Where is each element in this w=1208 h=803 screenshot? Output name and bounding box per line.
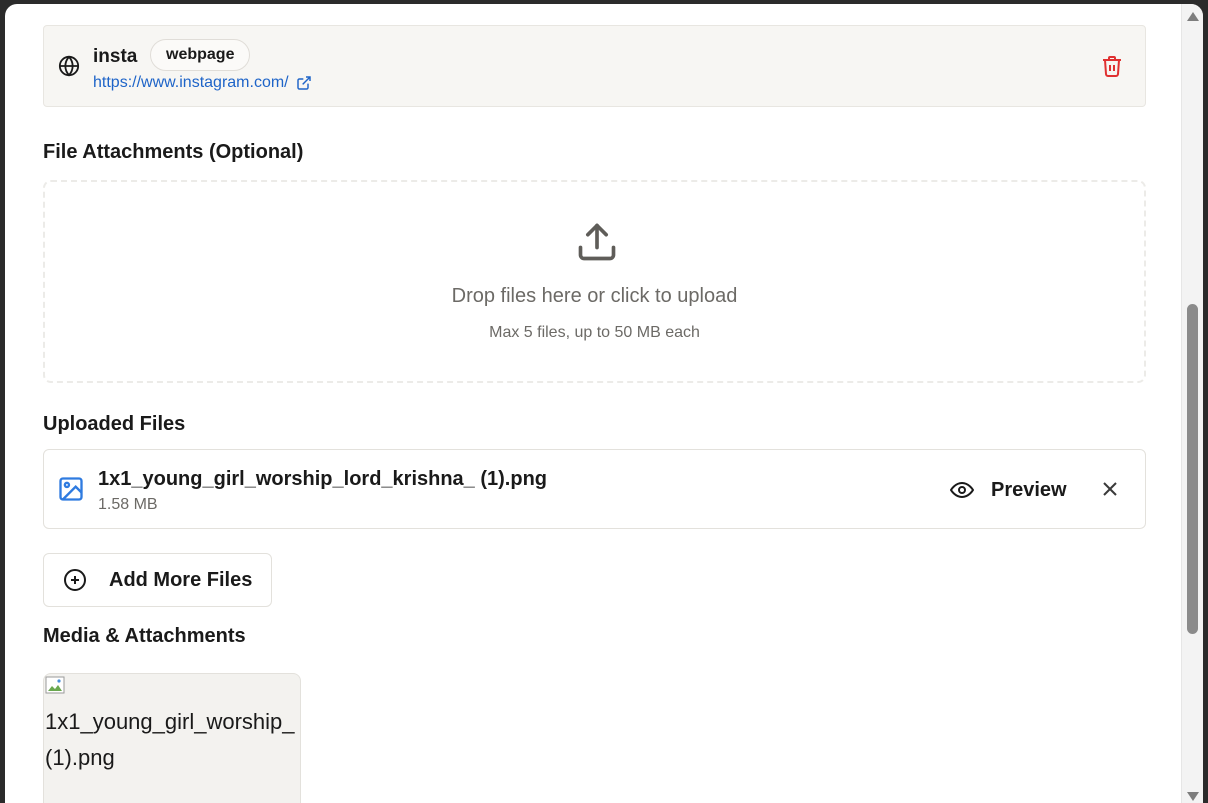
preview-button[interactable]: Preview [950, 472, 1067, 508]
uploaded-files-label: Uploaded Files [43, 413, 186, 435]
media-thumbnail[interactable]: 1x1_young_girl_worship_ (1).png [43, 673, 301, 803]
media-section-label: Media & Attachments [43, 625, 246, 647]
file-size: 1.58 MB [98, 496, 158, 513]
dropzone-limits-text: Max 5 files, up to 50 MB each [489, 324, 700, 341]
delete-link-button[interactable] [1099, 53, 1125, 81]
eye-icon [950, 481, 974, 499]
external-link-icon [296, 76, 311, 90]
file-name: 1x1_young_girl_worship_lord_krishna_ (1)… [98, 468, 548, 490]
close-icon [1103, 482, 1117, 496]
media-alt-text: 1x1_young_girl_worship_ (1).png [45, 704, 300, 776]
link-url[interactable]: https://www.instagram.com/ [93, 74, 312, 92]
globe-icon [58, 55, 80, 77]
upload-icon [578, 223, 616, 261]
plus-circle-icon [64, 569, 86, 591]
remove-file-button[interactable] [1098, 477, 1122, 501]
scroll-up-arrow-icon[interactable] [1187, 12, 1199, 21]
trash-icon [1103, 56, 1121, 77]
modal-window: insta webpage https://www.instagram.com/… [5, 4, 1203, 803]
uploaded-file-row: 1x1_young_girl_worship_lord_krishna_ (1)… [43, 449, 1146, 529]
preview-label: Preview [991, 478, 1067, 501]
dropzone-text: Drop files here or click to upload [451, 285, 738, 307]
link-url-text: https://www.instagram.com/ [93, 74, 289, 91]
media-alt-line-2: (1).png [45, 745, 115, 770]
link-card: insta webpage https://www.instagram.com/ [43, 25, 1146, 107]
add-more-files-button[interactable]: Add More Files [43, 553, 272, 607]
image-file-icon [59, 477, 83, 501]
add-more-files-label: Add More Files [109, 568, 253, 591]
broken-image-icon [45, 676, 65, 694]
scroll-down-arrow-icon[interactable] [1187, 792, 1199, 801]
vertical-scrollbar[interactable] [1181, 4, 1203, 803]
file-dropzone[interactable]: Drop files here or click to upload Max 5… [43, 180, 1146, 383]
attachments-section-label: File Attachments (Optional) [43, 141, 304, 163]
link-title: insta [93, 46, 138, 67]
media-alt-line-1: 1x1_young_girl_worship_ [45, 709, 295, 734]
link-type-badge: webpage [150, 39, 251, 71]
scrollbar-thumb[interactable] [1187, 304, 1198, 634]
